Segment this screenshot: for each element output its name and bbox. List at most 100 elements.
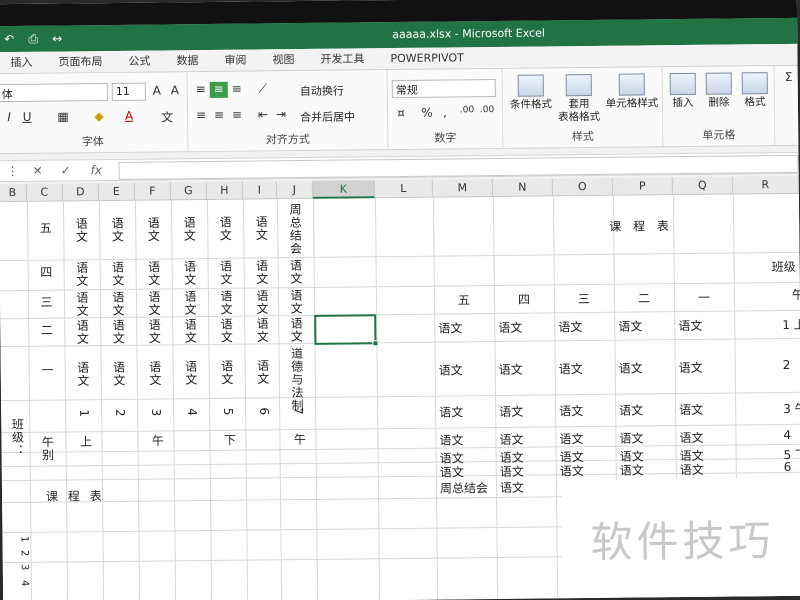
left-cell[interactable]: 语文 — [182, 318, 199, 344]
column-header-d[interactable]: D — [62, 183, 99, 202]
tab-formulas[interactable]: 公式 — [115, 50, 163, 73]
active-cell[interactable] — [314, 314, 379, 347]
decrease-decimal-button[interactable]: .00 — [478, 105, 496, 121]
column-header-f[interactable]: F — [134, 182, 171, 201]
customize-icon[interactable]: ↔ — [49, 31, 65, 46]
align-left-icon[interactable]: ≡ — [192, 108, 210, 124]
undo-icon[interactable]: ↶ — [1, 32, 17, 46]
confirm-icon[interactable]: ✓ — [61, 163, 71, 177]
right-cell[interactable]: 语文 — [559, 430, 583, 447]
align-middle-icon[interactable]: ≡ — [209, 81, 228, 98]
right-cell[interactable]: 语文 — [679, 429, 703, 446]
right-cell[interactable]: 语文 — [619, 401, 643, 418]
left-cell[interactable]: 语文 — [288, 289, 305, 315]
column-header-r[interactable]: R — [732, 175, 799, 195]
border-icon[interactable]: ▦ — [54, 109, 72, 125]
cell-styles-button[interactable]: 单元格样式 — [603, 73, 661, 111]
increase-indent-icon[interactable]: ⇥ — [272, 107, 290, 123]
tab-powerpivot[interactable]: POWERPIVOT — [377, 47, 477, 70]
increase-font-icon[interactable]: A — [148, 83, 166, 99]
left-cell[interactable]: 语文 — [110, 319, 127, 345]
format-cells-button[interactable]: 格式 — [737, 72, 773, 109]
decrease-font-icon[interactable]: A — [166, 83, 184, 99]
left-cell[interactable]: 语文 — [147, 360, 164, 386]
print-preview-icon[interactable]: ⎙ — [25, 31, 41, 46]
column-header-j[interactable]: J — [276, 180, 313, 200]
right-cell[interactable]: 语文 — [438, 319, 462, 336]
left-cell[interactable]: 语文 — [218, 318, 235, 344]
right-cell[interactable]: 语文 — [500, 479, 524, 496]
right-cell[interactable]: 语文 — [440, 463, 464, 480]
right-cell[interactable]: 语文 — [499, 403, 523, 420]
right-cell[interactable]: 语文 — [678, 317, 702, 334]
align-bottom-icon[interactable]: ≡ — [228, 82, 246, 98]
tab-page-layout[interactable]: 页面布局 — [45, 50, 115, 73]
column-header-c[interactable]: C — [26, 183, 63, 202]
column-header-b[interactable]: B — [0, 183, 27, 203]
left-cell[interactable]: 语文 — [254, 289, 271, 315]
left-cell[interactable]: 语文 — [183, 360, 200, 386]
tab-review[interactable]: 审阅 — [211, 49, 259, 72]
right-cell[interactable]: 语文 — [499, 361, 523, 378]
underline-button[interactable]: U — [18, 110, 36, 126]
fill-handle[interactable] — [372, 340, 379, 347]
left-cell[interactable]: 语文 — [254, 259, 271, 285]
left-cell[interactable]: 语文 — [182, 290, 199, 316]
right-cell[interactable]: 语文 — [680, 461, 704, 478]
wrap-text-button[interactable]: 自动换行 — [300, 83, 344, 99]
autosum-icon[interactable]: Σ — [780, 70, 798, 86]
tab-developer[interactable]: 开发工具 — [307, 48, 377, 71]
right-cell[interactable]: 语文 — [618, 317, 642, 334]
right-cell[interactable]: 语文 — [439, 361, 463, 378]
column-header-e[interactable]: E — [98, 182, 135, 202]
left-cell[interactable]: 语文 — [288, 259, 305, 285]
number-format-box[interactable]: 常规 — [391, 78, 496, 99]
tab-data[interactable]: 数据 — [163, 49, 211, 72]
right-cell[interactable]: 语文 — [498, 319, 522, 336]
right-cell[interactable]: 语文 — [679, 401, 703, 418]
left-cell[interactable]: 语文 — [111, 361, 128, 387]
right-cell-weekly-meeting[interactable]: 周总结会 — [440, 479, 488, 497]
align-center-icon[interactable]: ≡ — [210, 108, 228, 124]
delete-cells-button[interactable]: 删除 — [701, 72, 737, 109]
left-cell-weekly-meeting[interactable]: 周总结会 — [287, 203, 305, 255]
left-cell[interactable]: 语文 — [146, 318, 163, 345]
right-cell[interactable]: 语文 — [439, 431, 463, 448]
column-header-n[interactable]: N — [492, 178, 553, 198]
right-cell[interactable]: 语文 — [679, 359, 703, 376]
left-cell[interactable]: 语文 — [288, 317, 305, 343]
left-cell[interactable]: 语文 — [110, 261, 127, 287]
orientation-icon[interactable]: ⟋ — [254, 81, 272, 97]
right-cell[interactable]: 语文 — [560, 462, 584, 479]
right-cell[interactable]: 语文 — [619, 429, 643, 446]
align-top-icon[interactable]: ≡ — [192, 82, 210, 98]
left-cell[interactable]: 语文 — [181, 216, 198, 242]
left-cell[interactable]: 语文 — [146, 260, 163, 287]
left-cell[interactable]: 语文 — [74, 261, 91, 287]
font-color-icon[interactable]: A — [120, 109, 138, 125]
italic-button[interactable]: I — [0, 110, 18, 126]
cancel-icon[interactable]: ✕ — [33, 164, 43, 178]
left-cell[interactable]: 语文 — [218, 260, 235, 286]
left-cell[interactable]: 语文 — [254, 317, 271, 343]
conditional-format-button[interactable]: 条件格式 — [507, 74, 555, 112]
right-cell[interactable]: 语文 — [499, 431, 523, 448]
tab-view[interactable]: 视图 — [259, 48, 307, 71]
right-cell[interactable]: 语文 — [619, 359, 643, 376]
left-cell[interactable]: 语文 — [74, 319, 91, 345]
merge-center-button[interactable]: 合并后居中 — [300, 108, 355, 125]
left-cell[interactable]: 语文 — [182, 260, 199, 286]
left-cell[interactable]: 语文 — [255, 359, 272, 385]
left-cell[interactable]: 语文 — [109, 217, 126, 243]
column-header-p[interactable]: P — [612, 177, 673, 196]
fx-icon[interactable]: fx — [91, 163, 102, 177]
left-cell[interactable]: 语文 — [217, 216, 234, 242]
right-cell[interactable]: 语文 — [559, 360, 583, 377]
comma-button[interactable]: , — [436, 105, 454, 121]
left-cell[interactable]: 语文 — [74, 291, 91, 317]
decrease-indent-icon[interactable]: ⇤ — [254, 107, 272, 123]
column-header-i[interactable]: I — [242, 181, 277, 200]
font-size-box[interactable]: 11 — [111, 82, 146, 102]
left-cell[interactable]: 语文 — [145, 216, 162, 243]
column-header-m[interactable]: M — [432, 179, 493, 198]
